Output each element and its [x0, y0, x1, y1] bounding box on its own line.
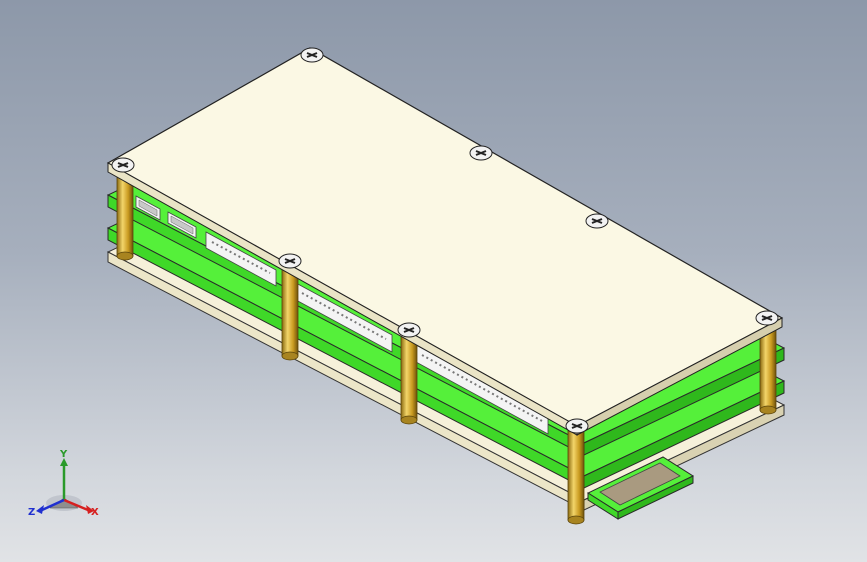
screw-icon — [755, 310, 779, 326]
cad-viewport[interactable]: Y X Z — [0, 0, 867, 562]
screw-icon — [469, 145, 493, 161]
screw-icon — [278, 253, 302, 269]
screw-icon — [111, 157, 135, 173]
screw-icon — [585, 213, 609, 229]
model-view[interactable]: Y X Z — [0, 0, 867, 562]
x-axis-label: X — [91, 507, 99, 518]
standoff — [281, 263, 299, 361]
axis-triad[interactable]: Y X Z — [28, 449, 99, 518]
z-axis-label: Z — [28, 507, 35, 518]
standoff — [567, 427, 585, 525]
screw-icon — [300, 47, 324, 63]
screw-icon — [397, 322, 421, 338]
screw-icon — [565, 418, 589, 434]
y-axis-label: Y — [59, 449, 68, 460]
